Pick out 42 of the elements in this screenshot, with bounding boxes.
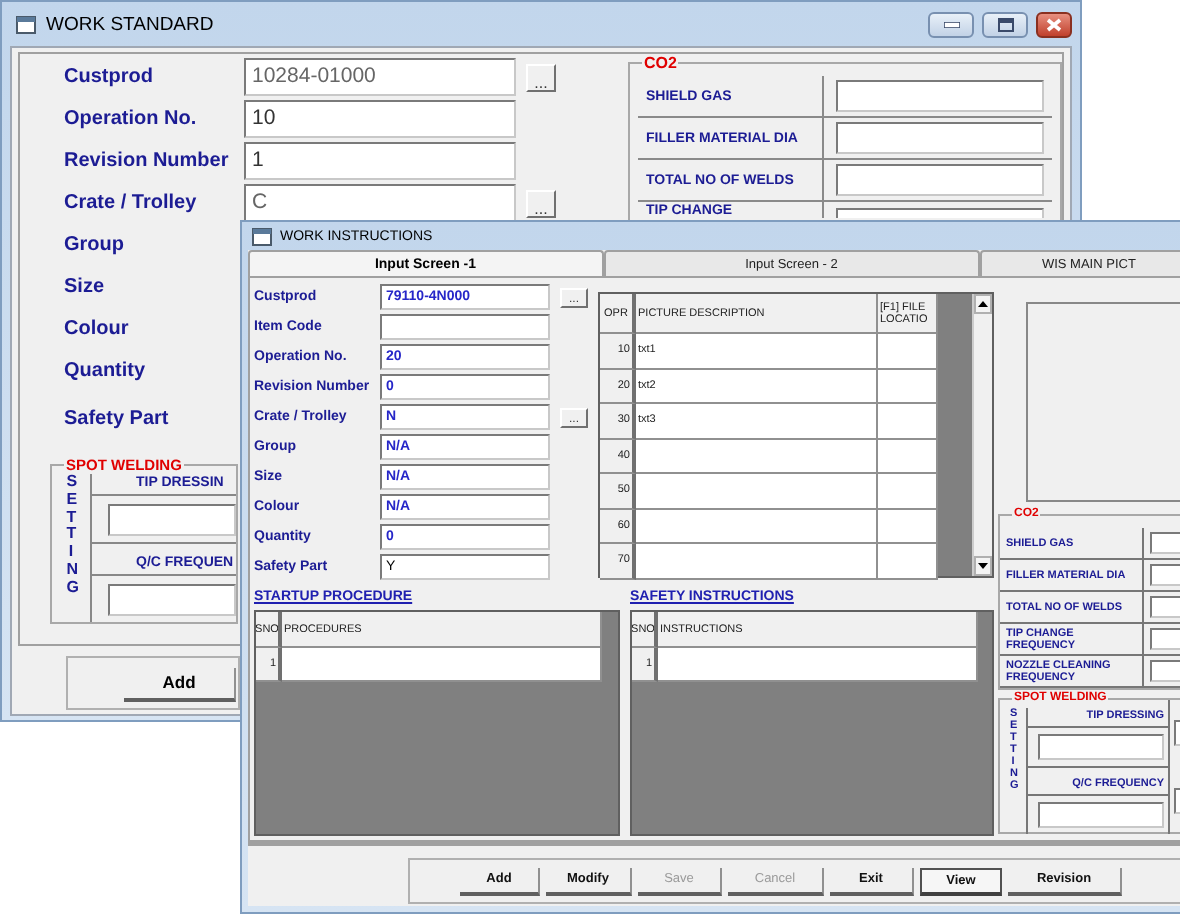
minimize-button[interactable]	[928, 11, 974, 37]
table-cell	[878, 509, 938, 544]
table-cell	[878, 474, 938, 509]
text-field[interactable]	[1038, 802, 1164, 828]
maximize-button[interactable]	[982, 11, 1028, 37]
field-label: Group	[64, 234, 126, 256]
text-field[interactable]	[836, 80, 1044, 112]
table-cell	[878, 404, 938, 439]
text-field[interactable]	[1038, 734, 1164, 760]
field-label: Revision Number	[64, 150, 231, 172]
field-label: Size	[64, 276, 107, 298]
scroll-up-icon[interactable]	[974, 294, 992, 314]
field-label: Custprod	[64, 66, 155, 88]
table-cell	[878, 369, 938, 404]
scrollbar[interactable]	[972, 294, 992, 576]
close-icon	[1046, 17, 1062, 31]
window-icon	[16, 15, 36, 33]
text-field[interactable]	[836, 208, 1044, 218]
field-label: Quantity	[64, 360, 148, 382]
text-field[interactable]: 10	[244, 100, 516, 138]
group-title: CO2	[642, 54, 679, 72]
scroll-down-icon[interactable]	[974, 556, 992, 576]
text-field[interactable]	[108, 503, 236, 535]
field-label: Safety Part	[64, 408, 171, 430]
text-field[interactable]: 1	[244, 142, 516, 180]
window-icon	[252, 227, 272, 245]
add-button[interactable]: Add	[124, 667, 236, 701]
window-title: WORK STANDARD	[46, 13, 214, 35]
table-cell	[878, 439, 938, 474]
text-field[interactable]	[836, 164, 1044, 196]
field-label: Crate / Trolley	[64, 192, 199, 214]
table-cell	[878, 544, 938, 579]
close-button[interactable]	[1036, 11, 1072, 37]
text-field[interactable]	[380, 314, 550, 340]
side-label: SETTING	[66, 474, 76, 600]
field-label: Operation No.	[64, 108, 199, 130]
table-cell	[878, 334, 938, 369]
maximize-icon	[997, 17, 1013, 31]
minimize-icon	[943, 21, 959, 27]
field-label: Colour	[64, 318, 131, 340]
text-field[interactable]	[108, 583, 236, 615]
text-field[interactable]	[836, 122, 1044, 154]
